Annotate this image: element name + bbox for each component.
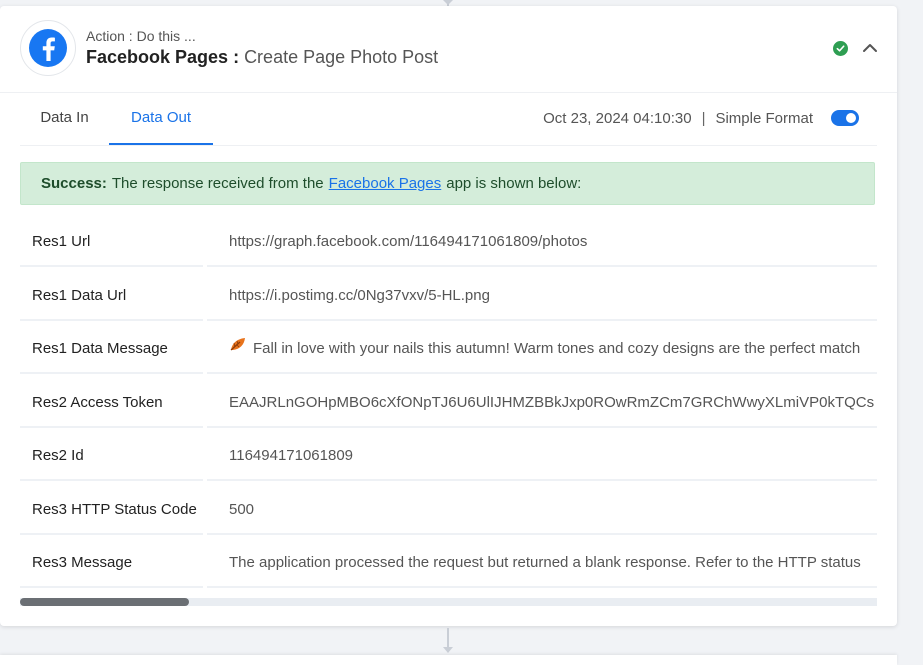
success-text-before: The response received from the <box>111 175 324 192</box>
row-value[interactable]: The application processed the request bu… <box>207 537 877 588</box>
success-check-icon <box>833 41 848 56</box>
tab-data-out[interactable]: Data Out <box>109 92 213 145</box>
success-prefix: Success: <box>41 175 107 192</box>
step-header[interactable]: Action : Do this ... Facebook Pages : Cr… <box>0 6 897 93</box>
horizontal-scrollbar-thumb[interactable] <box>20 598 189 606</box>
action-title: Facebook Pages : Create Page Photo Post <box>86 47 438 68</box>
row-value-text: Fall in love with your nails this autumn… <box>253 340 861 357</box>
table-row: Res1 Data Url https://i.postimg.cc/0Ng37… <box>20 270 877 322</box>
action-caption: Action : Do this ... <box>86 28 196 44</box>
connector-arrow-top <box>443 0 453 5</box>
connector-line-bottom <box>447 628 449 648</box>
facebook-logo-icon <box>20 20 76 76</box>
table-row: Res2 Access Token EAAJRLnGOHpMBO6cXfONpT… <box>20 377 877 429</box>
facebook-pages-link[interactable]: Facebook Pages <box>329 175 442 192</box>
table-row: Res3 Message The application processed t… <box>20 537 877 589</box>
table-row: Res2 Id 116494171061809 <box>20 430 877 482</box>
response-timestamp: Oct 23, 2024 04:10:30 <box>543 109 692 127</box>
row-key: Res1 Url <box>20 216 203 267</box>
row-value[interactable]: Fall in love with your nails this autumn… <box>207 323 877 374</box>
autumn-leaf-icon <box>229 323 247 372</box>
table-row: Res1 Url https://graph.facebook.com/1164… <box>20 216 877 268</box>
data-tabs: Data In Data Out Oct 23, 2024 04:10:30 |… <box>20 92 877 146</box>
row-value[interactable]: https://graph.facebook.com/1164941710618… <box>207 216 877 267</box>
row-key: Res2 Access Token <box>20 377 203 428</box>
row-key: Res3 Message <box>20 537 203 588</box>
simple-format-label: Simple Format <box>715 109 813 127</box>
event-name: Create Page Photo Post <box>244 47 439 67</box>
row-value[interactable]: https://i.postimg.cc/0Ng37vxv/5-HL.png <box>207 270 877 321</box>
row-key: Res1 Data Message <box>20 323 203 374</box>
chevron-up-icon[interactable] <box>860 39 880 57</box>
success-text-after: app is shown below: <box>446 175 582 192</box>
tab-data-in[interactable]: Data In <box>20 92 109 144</box>
connector-arrow-bottom <box>443 647 453 653</box>
row-key: Res1 Data Url <box>20 270 203 321</box>
row-value[interactable]: 116494171061809 <box>207 430 877 481</box>
next-step-card[interactable] <box>0 655 897 665</box>
action-step-card: Action : Do this ... Facebook Pages : Cr… <box>0 6 897 626</box>
response-meta: Oct 23, 2024 04:10:30 | Simple Format <box>543 92 877 144</box>
row-value[interactable]: EAAJRLnGOHpMBO6cXfONpTJ6U6UlIJHMZBBkJxp0… <box>207 377 877 428</box>
simple-format-toggle[interactable] <box>831 110 859 126</box>
table-row: Res1 Data Message Fall in love with your… <box>20 323 877 375</box>
table-row: Res3 HTTP Status Code 500 <box>20 484 877 536</box>
app-name: Facebook Pages <box>86 47 229 67</box>
row-value[interactable]: 500 <box>207 484 877 535</box>
row-key: Res3 HTTP Status Code <box>20 484 203 535</box>
title-separator: : <box>228 47 245 67</box>
success-alert: Success: The response received from the … <box>20 162 875 205</box>
row-key: Res2 Id <box>20 430 203 481</box>
response-table: Res1 Url https://graph.facebook.com/1164… <box>20 216 877 606</box>
toggle-knob <box>846 113 856 123</box>
meta-divider: | <box>701 109 706 127</box>
